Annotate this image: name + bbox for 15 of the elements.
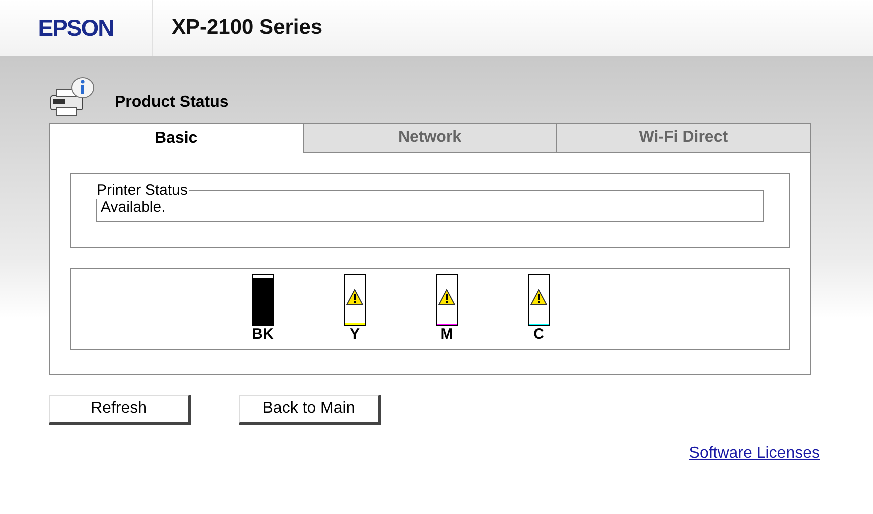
page-title: Product Status <box>115 94 229 112</box>
brand-logo: EPSON <box>38 14 114 42</box>
printer-info-icon <box>49 76 95 118</box>
model-name: XP-2100 Series <box>172 16 323 40</box>
ink-label: Y <box>350 326 360 343</box>
tab[interactable]: Network <box>302 124 556 153</box>
back-button[interactable]: Back to Main <box>239 395 381 425</box>
software-licenses-link[interactable]: Software Licenses <box>689 445 820 463</box>
tab[interactable]: Wi-Fi Direct <box>556 124 810 153</box>
ink-label: M <box>440 326 454 343</box>
ink-label: C <box>534 326 544 343</box>
refresh-button[interactable]: Refresh <box>49 395 191 425</box>
ink-label: BK <box>252 326 274 343</box>
status-value: Available. <box>101 199 166 216</box>
field-legend: Printer Status <box>96 182 189 199</box>
